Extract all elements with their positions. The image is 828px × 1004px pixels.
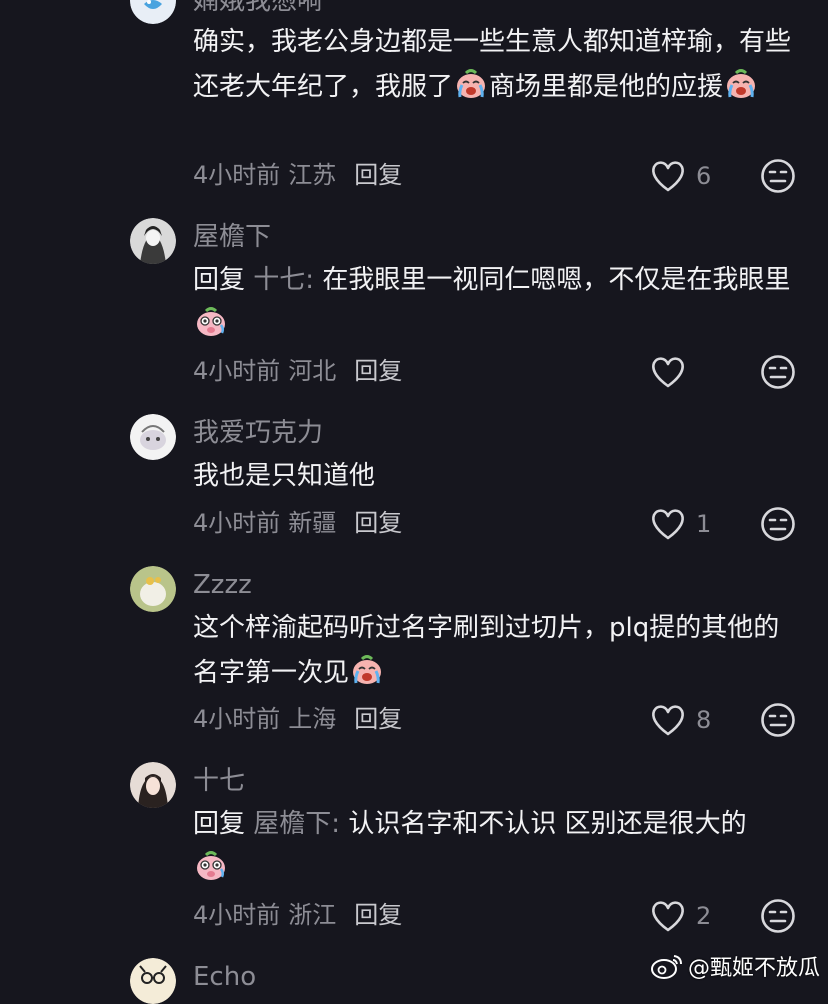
comment-text-part: 我也是只知道他 xyxy=(193,461,376,491)
emoji-reaction-icon[interactable] xyxy=(760,506,796,542)
reply-target-username[interactable]: 十七: xyxy=(253,265,314,295)
username[interactable]: 我爱巧克力 xyxy=(193,418,323,448)
like-count: 6 xyxy=(696,162,712,190)
comment-text-part: 在我眼里一视同仁嗯嗯，不仅是在我眼里 xyxy=(322,265,791,295)
username[interactable]: 婻娥我憑嗬 xyxy=(193,0,323,16)
avatar[interactable] xyxy=(130,958,176,1004)
avatar[interactable] xyxy=(130,762,176,808)
shocked-pig-emoji-icon xyxy=(194,305,228,339)
watermark-text: @甄姬不放瓜 xyxy=(687,956,820,981)
reply-button[interactable]: 回复 xyxy=(354,161,402,189)
heart-outline-icon xyxy=(650,355,686,389)
comment-text: 回复 屋檐下: 认识名字和不认识 区别还是很大的 xyxy=(193,802,793,892)
like-count: 2 xyxy=(696,902,712,930)
comment-time: 4小时前 xyxy=(193,705,281,733)
comment-text-part: 这个梓渝起码听过名字刷到过切片，plq提的其他的名字第一次见 xyxy=(193,613,780,688)
reply-button[interactable]: 回复 xyxy=(354,357,402,385)
like-button[interactable]: 8 xyxy=(650,700,711,740)
comment-location: 上海 xyxy=(288,705,337,733)
comment-text-part: 认识名字和不认识 区别还是很大的 xyxy=(348,809,747,839)
heart-outline-icon xyxy=(650,703,686,737)
comment-text: 回复 十七: 在我眼里一视同仁嗯嗯，不仅是在我眼里 xyxy=(193,258,793,348)
comment-meta: 4小时前 上海 回复 xyxy=(193,704,402,734)
emoji-reaction-icon[interactable] xyxy=(760,158,796,194)
heart-outline-icon xyxy=(650,899,686,933)
like-button[interactable]: 6 xyxy=(650,156,711,196)
like-count: 8 xyxy=(696,706,712,734)
comment-text: 我也是只知道他 xyxy=(193,454,793,499)
emoji-reaction-icon[interactable] xyxy=(760,898,796,934)
emoji-reaction-icon[interactable] xyxy=(760,702,796,738)
reply-button[interactable]: 回复 xyxy=(354,509,402,537)
watermark: @甄姬不放瓜 xyxy=(650,950,820,982)
comment-meta: 4小时前 浙江 回复 xyxy=(193,900,402,930)
reply-prefix: 回复 xyxy=(193,809,246,839)
comment-time: 4小时前 xyxy=(193,161,281,189)
heart-outline-icon xyxy=(650,159,686,193)
username[interactable]: 屋檐下 xyxy=(193,222,271,252)
avatar[interactable] xyxy=(130,0,176,24)
heart-outline-icon xyxy=(650,507,686,541)
shocked-pig-emoji-icon xyxy=(194,849,228,883)
comment-meta: 4小时前 新疆 回复 xyxy=(193,508,402,538)
comment-location: 河北 xyxy=(288,357,337,385)
avatar[interactable] xyxy=(130,218,176,264)
comment-text: 这个梓渝起码听过名字刷到过切片，plq提的其他的名字第一次见 xyxy=(193,606,793,696)
comment-text: 确实，我老公身边都是一些生意人都知道梓瑜，有些还老大年纪了，我服了 商场里都是他的… xyxy=(193,20,793,110)
reply-prefix: 回复 xyxy=(193,265,246,295)
comment-meta: 4小时前 河北 回复 xyxy=(193,356,402,386)
comment-meta: 4小时前 江苏 回复 xyxy=(193,160,402,190)
avatar[interactable] xyxy=(130,414,176,460)
comment-location: 浙江 xyxy=(288,901,337,929)
comment-time: 4小时前 xyxy=(193,901,281,929)
reply-target-username[interactable]: 屋檐下: xyxy=(253,809,340,839)
avatar[interactable] xyxy=(130,566,176,612)
comment-location: 江苏 xyxy=(288,161,337,189)
crying-laughing-emoji-icon xyxy=(454,67,488,101)
emoji-reaction-icon[interactable] xyxy=(760,354,796,390)
comment-time: 4小时前 xyxy=(193,509,281,537)
reply-button[interactable]: 回复 xyxy=(354,705,402,733)
weibo-logo-icon xyxy=(650,955,682,979)
like-button[interactable]: 1 xyxy=(650,504,711,544)
comment-location: 新疆 xyxy=(288,509,337,537)
username[interactable]: Zzzz xyxy=(193,570,252,600)
comment-text-part: 商场里都是他的应援 xyxy=(489,72,724,102)
crying-laughing-emoji-icon xyxy=(350,653,384,687)
username[interactable]: 十七 xyxy=(193,766,245,796)
like-button[interactable] xyxy=(650,352,696,392)
reply-button[interactable]: 回复 xyxy=(354,901,402,929)
crying-laughing-emoji-icon xyxy=(724,67,758,101)
comment-time: 4小时前 xyxy=(193,357,281,385)
like-count: 1 xyxy=(696,510,712,538)
like-button[interactable]: 2 xyxy=(650,896,711,936)
